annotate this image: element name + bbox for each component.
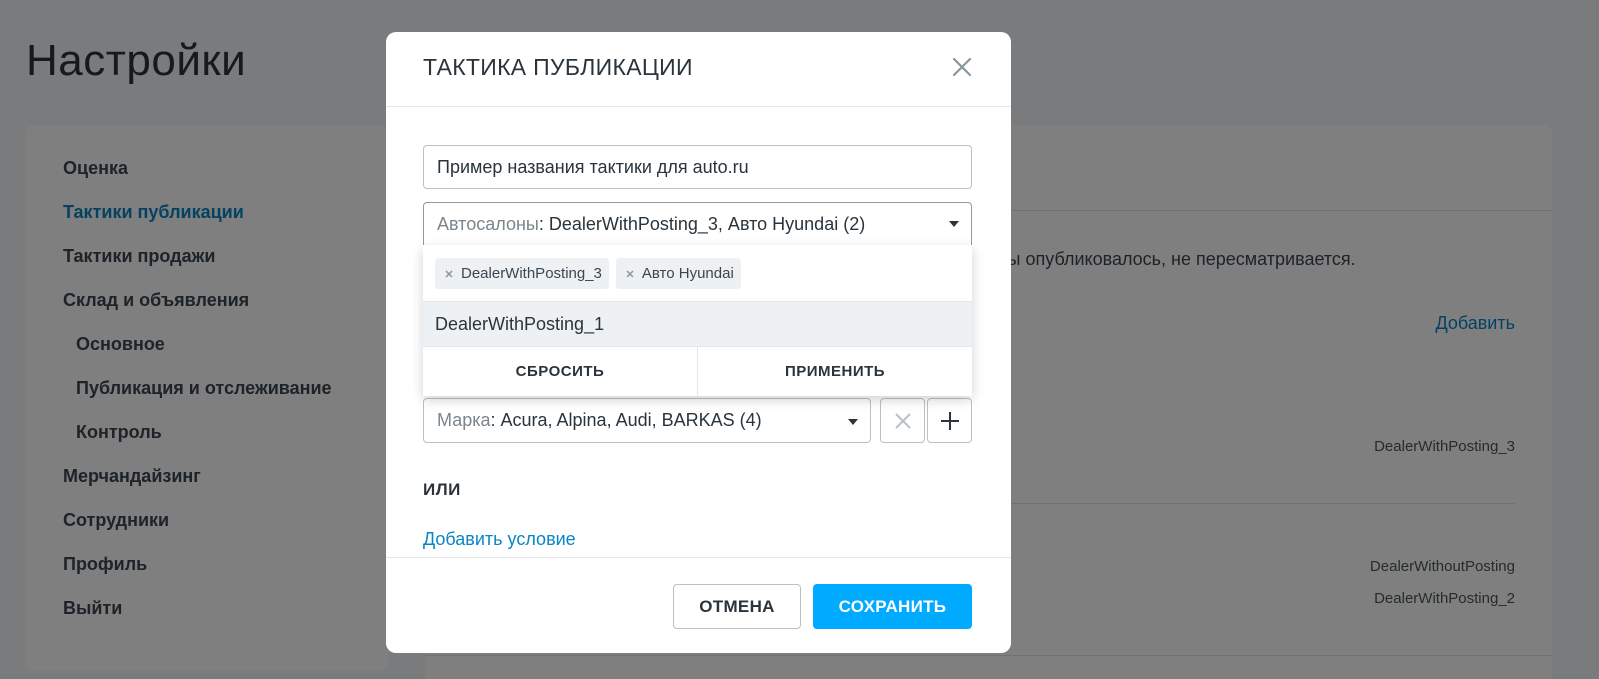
chip-remove-icon[interactable]	[622, 266, 638, 282]
chip-remove-icon[interactable]	[441, 266, 457, 282]
modal-title: ТАКТИКА ПУБЛИКАЦИИ	[423, 54, 693, 80]
reset-button[interactable]: СБРОСИТЬ	[423, 347, 697, 396]
or-label: ИЛИ	[423, 480, 461, 499]
add-condition-link[interactable]: Добавить условие	[423, 529, 576, 550]
chevron-down-icon	[949, 221, 959, 227]
apply-button[interactable]: ПРИМЕНИТЬ	[697, 347, 972, 396]
close-icon[interactable]	[949, 54, 975, 80]
chip-label: Авто Hyundai	[641, 265, 734, 282]
dropdown-option[interactable]: DealerWithPosting_1	[423, 302, 972, 347]
brand-select[interactable]: Марка: Acura, Alpina, Audi, BARKAS (4)	[423, 398, 871, 443]
chip-label: DealerWithPosting_3	[461, 265, 602, 282]
dealers-select-value: : DealerWithPosting_3, Авто Hyundai (2)	[538, 214, 866, 234]
add-condition-button[interactable]	[927, 398, 972, 443]
publication-tactic-modal: ТАКТИКА ПУБЛИКАЦИИ Автосалоны: DealerWit…	[386, 32, 1011, 653]
tactic-name-input[interactable]	[423, 145, 972, 189]
dealers-dropdown: DealerWithPosting_3 Авто Hyundai DealerW…	[423, 245, 972, 396]
plus-icon	[941, 412, 959, 430]
dealers-select-label: Автосалоны	[437, 214, 539, 234]
close-icon	[895, 413, 911, 429]
remove-condition-button[interactable]	[880, 398, 925, 443]
modal-footer-divider	[386, 557, 1011, 558]
save-button[interactable]: СОХРАНИТЬ	[813, 584, 972, 629]
cancel-button[interactable]: ОТМЕНА	[673, 584, 801, 629]
brand-select-label: Марка	[437, 410, 491, 430]
brand-select-value: : Acura, Alpina, Audi, BARKAS (4)	[490, 410, 762, 430]
chevron-down-icon	[848, 419, 858, 425]
modal-header: ТАКТИКА ПУБЛИКАЦИИ	[386, 32, 1011, 107]
dealers-select[interactable]: Автосалоны: DealerWithPosting_3, Авто Hy…	[423, 202, 972, 246]
chip: DealerWithPosting_3	[435, 258, 609, 289]
chip: Авто Hyundai	[615, 258, 741, 289]
selected-chips: DealerWithPosting_3 Авто Hyundai	[423, 245, 972, 302]
dropdown-actions: СБРОСИТЬ ПРИМЕНИТЬ	[423, 347, 972, 396]
